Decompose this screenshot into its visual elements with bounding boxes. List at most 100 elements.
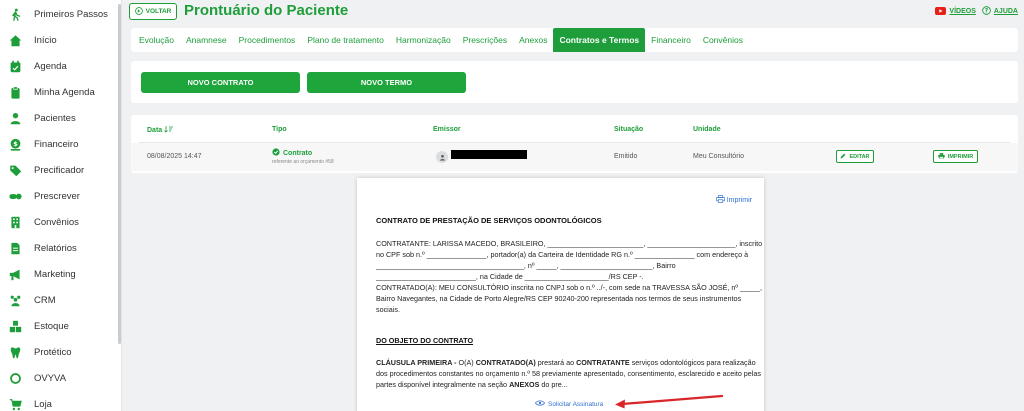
column-header-date[interactable]: Data <box>147 126 174 135</box>
clause-label: CLÁUSULA PRIMEIRA - <box>376 358 457 367</box>
sidebar-item-precificador[interactable]: Precificador <box>8 160 84 180</box>
sidebar-item-financeiro[interactable]: $ Financeiro <box>8 134 78 154</box>
calendar-check-icon <box>8 59 22 73</box>
sidebar-item-label: Pacientes <box>34 112 76 124</box>
sidebar-item-prescrever[interactable]: Prescrever <box>8 186 80 206</box>
megaphone-icon <box>8 267 22 281</box>
tab-procedimentos[interactable]: Procedimentos <box>233 28 302 52</box>
annotation-arrow-icon <box>615 394 724 409</box>
contracted-paragraph: CONTRATADO(A): MEU CONSULTÓRIO inscrita … <box>376 283 765 314</box>
tag-icon <box>8 163 22 177</box>
sidebar-item-loja[interactable]: Loja <box>8 394 52 411</box>
sidebar-item-crm[interactable]: CRM <box>8 290 56 310</box>
request-signature-link[interactable]: Solicitar Assinatura <box>534 400 604 408</box>
tab-harmonizacao[interactable]: Harmonização <box>390 28 457 52</box>
videos-link[interactable]: VÍDEOS <box>935 6 976 17</box>
tooth-icon <box>8 345 22 359</box>
new-contract-button[interactable]: NOVO CONTRATO <box>141 72 300 93</box>
back-button[interactable]: VOLTAR <box>129 3 177 20</box>
top-links: VÍDEOS ? AJUDA <box>935 6 1018 17</box>
sidebar-item-label: CRM <box>34 294 56 306</box>
clause-text: O(A) <box>456 358 476 367</box>
clause-bold: CONTRATANTE <box>576 358 630 367</box>
avatar <box>436 151 448 163</box>
sidebar-item-label: Agenda <box>34 60 67 72</box>
pills-icon <box>8 189 22 203</box>
document-icon <box>8 241 22 255</box>
sort-icon <box>164 126 174 135</box>
clipboard-icon <box>8 85 22 99</box>
sidebar-item-convenios[interactable]: Convênios <box>8 212 79 232</box>
print-button-label: IMPRIMIR <box>947 153 974 160</box>
building-icon <box>8 215 22 229</box>
row-status: Emitido <box>614 153 638 160</box>
new-term-button[interactable]: NOVO TERMO <box>307 72 466 93</box>
sidebar-item-label: Prescrever <box>34 190 80 202</box>
request-signature-label: Solicitar Assinatura <box>548 400 604 408</box>
tab-anexos[interactable]: Anexos <box>513 28 553 52</box>
tab-bar: Evolução Anamnese Procedimentos Plano de… <box>131 28 1018 52</box>
tab-evolucao[interactable]: Evolução <box>133 28 180 52</box>
sidebar-item-ovyva[interactable]: OVYVA <box>8 368 66 388</box>
check-circle-icon <box>272 148 280 158</box>
sidebar-item-inicio[interactable]: Início <box>8 30 57 50</box>
sidebar-item-label: Estoque <box>34 320 69 332</box>
sidebar-item-label: Financeiro <box>34 138 79 150</box>
section-title: DO OBJETO DO CONTRATO <box>376 336 474 345</box>
boxes-icon <box>8 319 22 333</box>
sidebar-item-primeiros-passos[interactable]: Primeiros Passos <box>8 4 108 24</box>
walking-person-icon <box>8 7 22 21</box>
row-type-label: Contrato <box>283 149 313 157</box>
clause-bold: CONTRATADO(A) <box>475 358 536 367</box>
row-unit: Meu Consultório <box>693 153 744 160</box>
home-icon <box>8 33 22 47</box>
sidebar-item-pacientes[interactable]: Pacientes <box>8 108 76 128</box>
cart-icon <box>8 397 22 411</box>
tab-contratos-e-termos[interactable]: Contratos e Termos <box>553 28 646 52</box>
sidebar-item-relatorios[interactable]: Relatórios <box>8 238 77 258</box>
sidebar-item-label: Marketing <box>34 268 76 280</box>
contract-title: CONTRATO DE PRESTAÇÃO DE SERVIÇOS ODONTO… <box>376 216 602 225</box>
print-link[interactable]: Imprimir <box>715 195 752 205</box>
tab-prescricoes[interactable]: Prescrições <box>457 28 513 52</box>
row-type-reference: referente ao orçamento #58 <box>272 159 334 165</box>
column-header-unit: Unidade <box>693 126 721 133</box>
row-type: Contrato <box>272 148 312 158</box>
money-icon: $ <box>8 137 22 151</box>
clause-paragraph: CLÁUSULA PRIMEIRA - O(A) CONTRATADO(A) p… <box>376 357 766 390</box>
sidebar-item-label: OVYVA <box>34 372 67 384</box>
sidebar-item-protetico[interactable]: Protético <box>8 342 72 362</box>
print-button[interactable]: IMPRIMIR <box>933 150 978 163</box>
sidebar-item-label: Protético <box>34 346 72 358</box>
sidebar-item-label: Loja <box>34 398 52 410</box>
back-button-label: VOLTAR <box>145 8 172 15</box>
sidebar: Primeiros Passos Início Agenda Minha Age… <box>0 0 122 411</box>
sidebar-item-label: Minha Agenda <box>34 86 95 98</box>
column-header-date-label: Data <box>147 127 163 134</box>
sidebar-item-label: Convênios <box>34 216 79 228</box>
clause-bold: ANEXOS <box>509 380 540 389</box>
sidebar-item-agenda[interactable]: Agenda <box>8 56 67 76</box>
sidebar-item-marketing[interactable]: Marketing <box>8 264 76 284</box>
help-link[interactable]: ? AJUDA <box>982 6 1018 17</box>
column-header-issuer: Emissor <box>433 126 461 133</box>
sidebar-scrollbar[interactable] <box>118 4 121 344</box>
column-header-status: Situação <box>614 126 644 133</box>
sidebar-item-minha-agenda[interactable]: Minha Agenda <box>8 82 95 102</box>
videos-label: VÍDEOS <box>949 8 976 15</box>
help-icon: ? <box>982 6 991 17</box>
pencil-icon <box>840 153 846 161</box>
table-row[interactable]: 08/08/2025 14:47 Contrato referente ao o… <box>131 143 1018 171</box>
edit-button[interactable]: EDITAR <box>836 150 874 163</box>
tab-convenios[interactable]: Convênios <box>697 28 749 52</box>
tab-plano-de-tratamento[interactable]: Plano de tratamento <box>301 28 390 52</box>
sidebar-item-label: Primeiros Passos <box>34 8 108 20</box>
tab-financeiro[interactable]: Financeiro <box>645 28 697 52</box>
tab-anamnese[interactable]: Anamnese <box>180 28 233 52</box>
svg-text:$: $ <box>13 140 18 148</box>
person-icon <box>8 111 22 125</box>
eye-icon <box>534 400 546 408</box>
sidebar-item-label: Relatórios <box>34 242 77 254</box>
person-icon <box>439 154 445 161</box>
sidebar-item-estoque[interactable]: Estoque <box>8 316 69 336</box>
